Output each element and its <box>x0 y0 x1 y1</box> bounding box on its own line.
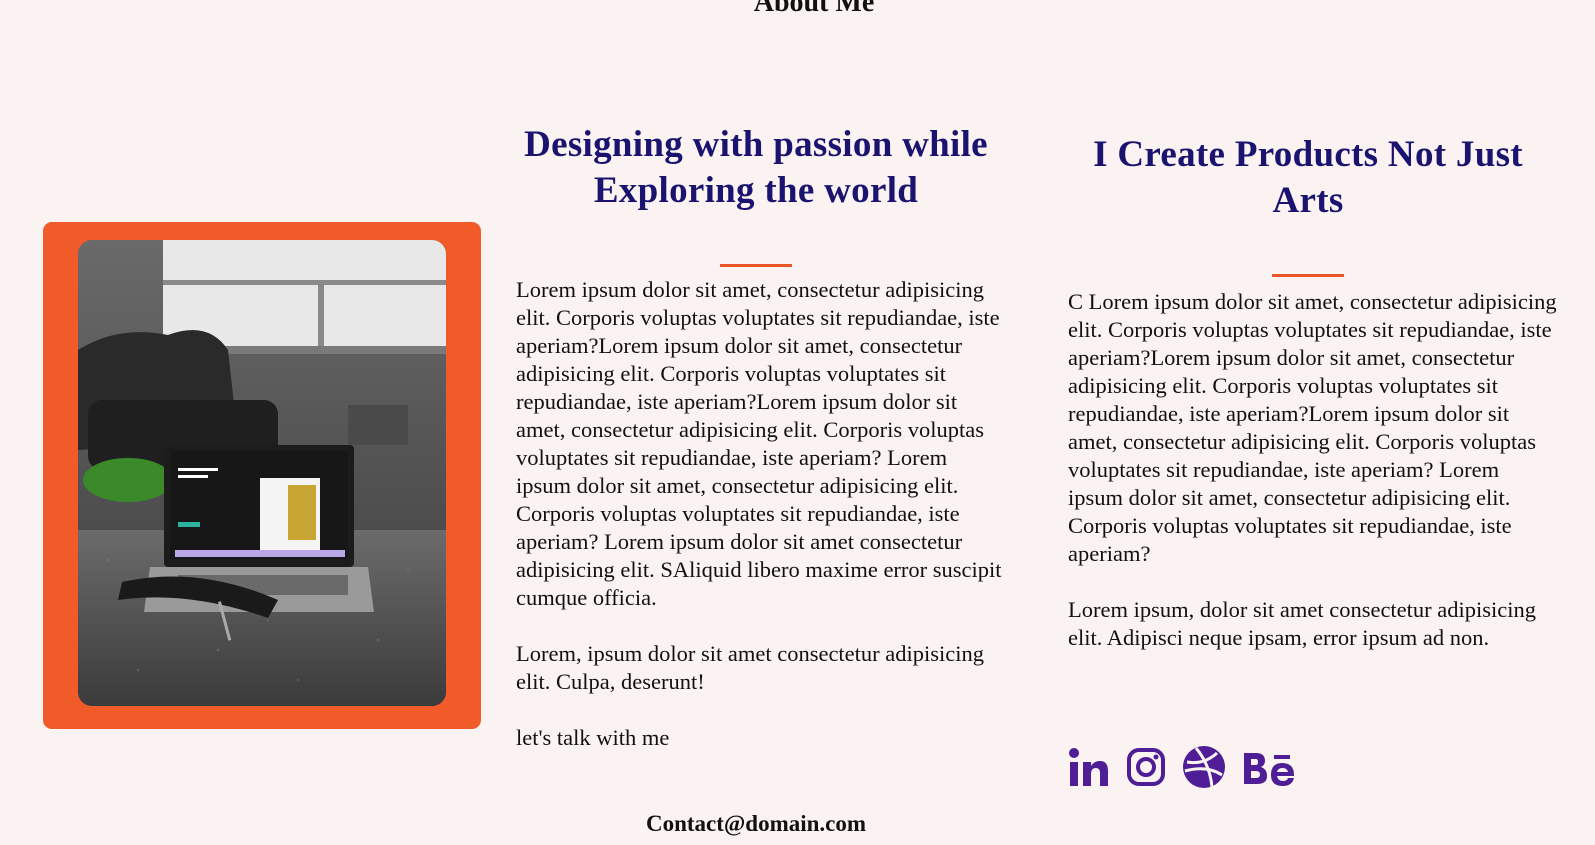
behance-icon <box>1244 753 1294 786</box>
right-paragraph: Lorem ipsum, dolor sit amet consectetur … <box>1068 597 1537 650</box>
left-paragraph: Lorem ipsum dolor sit amet, consectetur … <box>516 277 1002 610</box>
linkedin-link[interactable] <box>1068 746 1110 788</box>
profile-photo-frame <box>43 222 481 729</box>
linkedin-icon <box>1069 748 1108 786</box>
heading-divider <box>1272 274 1344 277</box>
left-heading: Designing with passion while Exploring t… <box>524 124 988 211</box>
about-column-left: Designing with passion while Exploring t… <box>516 122 1006 752</box>
right-heading: I Create Products Not Just Arts <box>1093 134 1523 221</box>
section-title: About Me <box>753 0 875 18</box>
dribbble-link[interactable] <box>1182 745 1226 789</box>
instagram-link[interactable] <box>1126 747 1166 787</box>
about-column-right: I Create Products Not Just Arts C Lorem … <box>1068 132 1558 652</box>
contact-email[interactable]: Contact@domain.com <box>0 810 1512 838</box>
instagram-icon <box>1127 748 1165 786</box>
dribbble-icon <box>1183 746 1225 788</box>
social-links <box>1068 745 1296 789</box>
left-paragraph: Lorem, ipsum dolor sit amet consectetur … <box>516 641 985 694</box>
workspace-photo <box>78 240 446 706</box>
behance-link[interactable] <box>1242 747 1296 787</box>
right-paragraph: C Lorem ipsum dolor sit amet, consectetu… <box>1068 289 1557 566</box>
heading-divider <box>720 264 792 267</box>
lets-talk-text: let's talk with me <box>516 725 670 750</box>
